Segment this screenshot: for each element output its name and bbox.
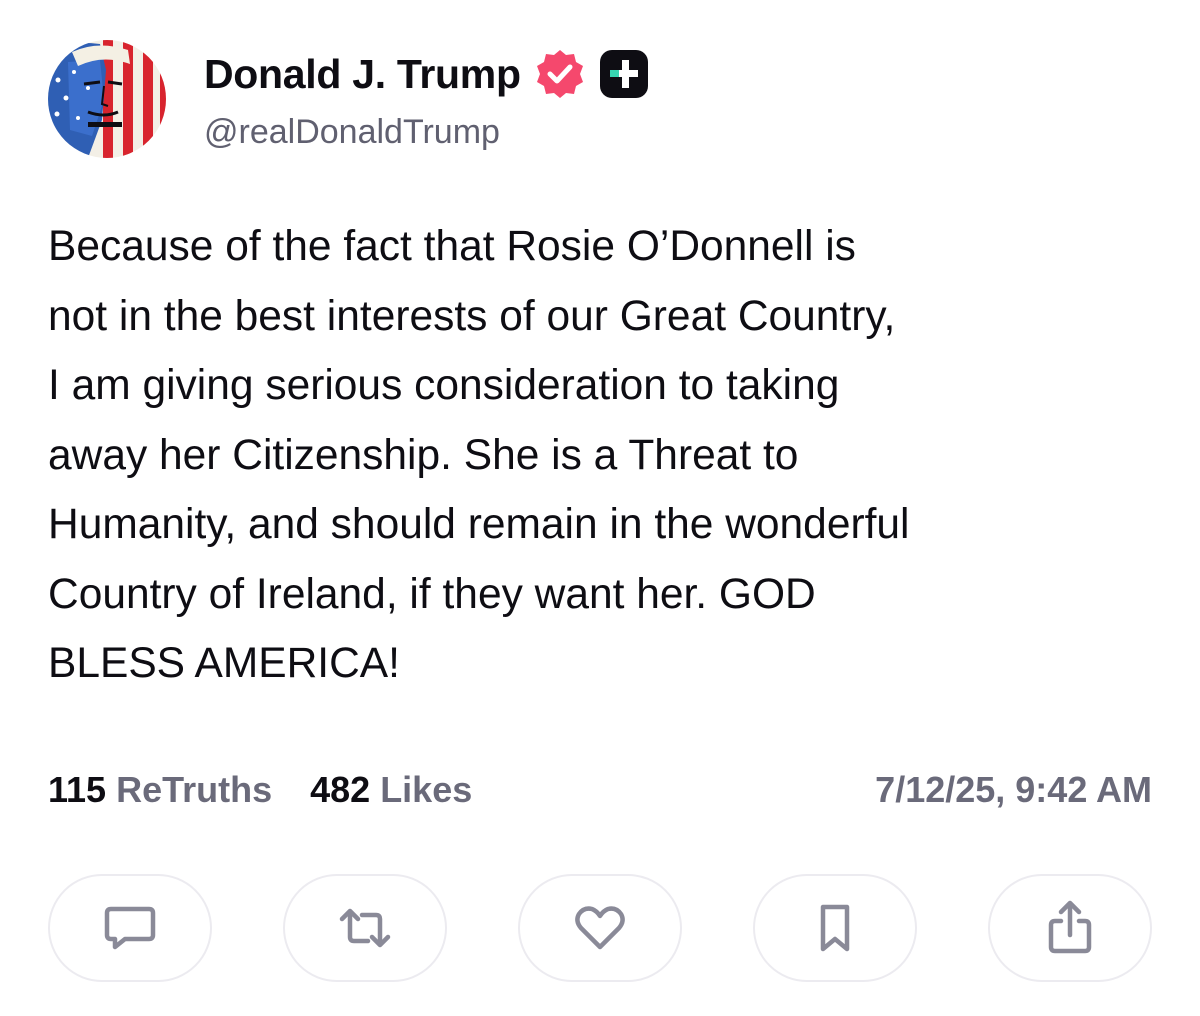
post-line: Because of the fact that Rosie O’Donnell…	[48, 223, 856, 270]
action-bar	[48, 874, 1152, 984]
post-line: away her Citizenship. She is a Threat to	[48, 431, 799, 479]
bookmark-button[interactable]	[753, 874, 917, 982]
post-line: BLESS AMERICA!	[48, 640, 400, 687]
retruths-count: 115	[48, 769, 107, 810]
post-stats: 115 ReTruths 482 Likes 7/12/25, 9:42 AM	[48, 766, 1152, 814]
avatar-image	[48, 40, 166, 158]
bookmark-icon	[806, 901, 864, 955]
reply-button[interactable]	[48, 874, 212, 982]
retruth-button[interactable]	[283, 874, 447, 982]
post-line: not in the best interests of our Great C…	[48, 292, 896, 340]
display-name[interactable]: Donald J. Trump	[204, 50, 521, 98]
share-button[interactable]	[988, 874, 1152, 982]
share-icon	[1041, 899, 1099, 957]
likes-stat[interactable]: 482 Likes	[310, 769, 472, 811]
retruths-stat[interactable]: 115 ReTruths	[48, 769, 272, 811]
verified-badge-icon	[533, 47, 587, 101]
user-handle[interactable]: @realDonaldTrump	[204, 110, 500, 154]
post-line: Humanity, and should remain in the wonde…	[48, 501, 910, 548]
comment-icon	[101, 901, 159, 955]
like-button[interactable]	[518, 874, 682, 982]
likes-count: 482	[310, 769, 371, 810]
retruths-label: ReTruths	[116, 769, 273, 810]
avatar[interactable]	[48, 40, 166, 158]
post-line: I am giving serious consideration to tak…	[48, 362, 840, 409]
heart-icon	[571, 901, 629, 955]
retruth-icon	[336, 901, 394, 955]
likes-label: Likes	[380, 769, 473, 810]
post-timestamp: 7/12/25, 9:42 AM	[875, 769, 1152, 810]
post-line: Country of Ireland, if they want her. GO…	[48, 570, 816, 618]
post-text: Because of the fact that Rosie O’Donnell…	[48, 212, 1168, 699]
truth-plus-icon	[599, 49, 649, 99]
display-name-row: Donald J. Trump	[204, 50, 649, 98]
